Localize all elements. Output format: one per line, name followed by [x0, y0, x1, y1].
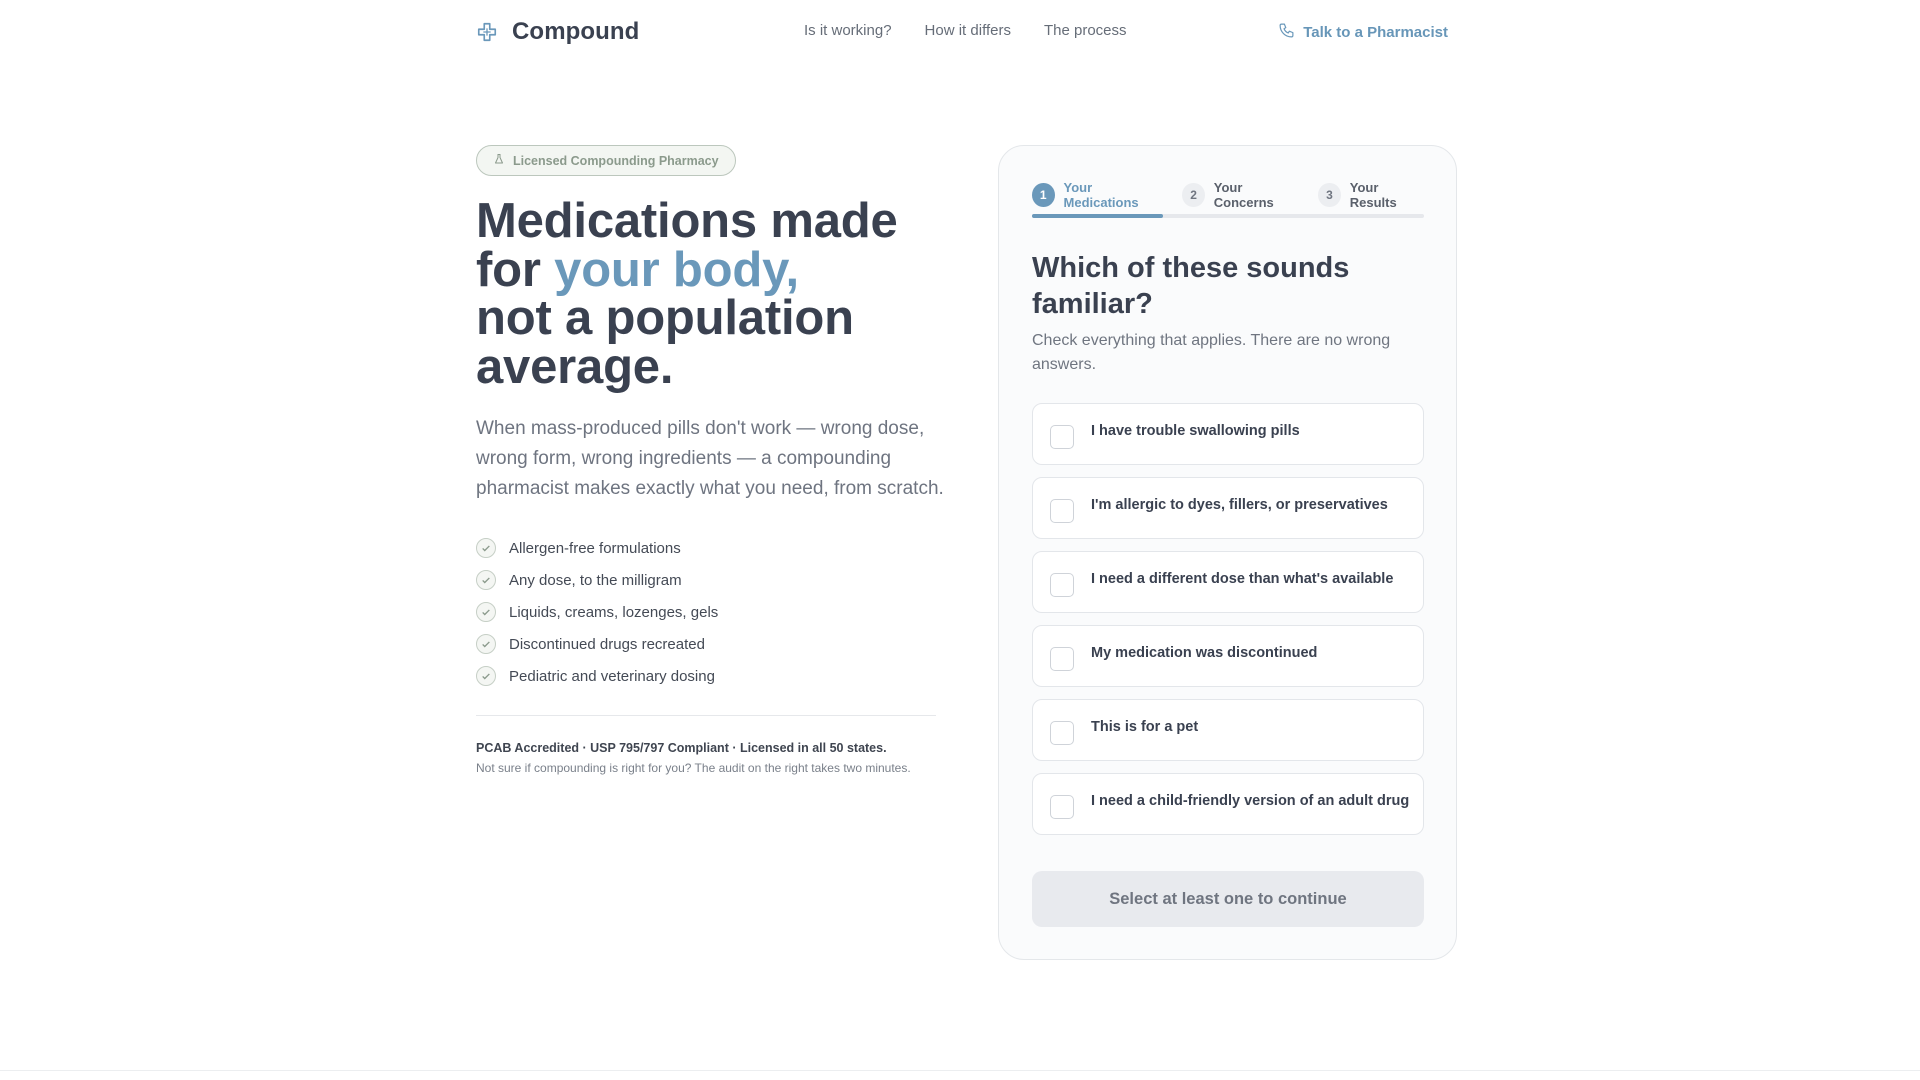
- medical-cross-icon: [476, 21, 498, 43]
- hero-subtitle: When mass-produced pills don't work — wr…: [476, 418, 944, 499]
- step-label: Your Concerns: [1213, 180, 1274, 210]
- brand-name: Compound: [512, 18, 640, 45]
- feature-item: Pediatric and veterinary dosing: [476, 660, 718, 692]
- feature-item: Allergen-free formulations: [476, 532, 718, 564]
- progress-bar-fill: [1032, 214, 1163, 218]
- licensed-badge-label: Licensed Compounding Pharmacy: [513, 153, 719, 168]
- step-2: 2 Your Concerns: [1182, 180, 1300, 210]
- nav-link-the-process[interactable]: The process: [1044, 22, 1127, 39]
- option-label: I have trouble swallowing pills: [1091, 423, 1300, 439]
- continue-button[interactable]: Select at least one to continue: [1032, 871, 1424, 927]
- feature-label: Discontinued drugs recreated: [509, 635, 705, 653]
- option-checkbox[interactable]: [1050, 573, 1074, 597]
- option-discontinued[interactable]: My medication was discontinued: [1032, 625, 1424, 687]
- hero-title-line3: not a population: [476, 291, 854, 345]
- option-checkbox[interactable]: [1050, 721, 1074, 745]
- flask-icon: [493, 153, 505, 168]
- option-list: I have trouble swallowing pills I'm alle…: [1032, 403, 1424, 835]
- option-checkbox[interactable]: [1050, 499, 1074, 523]
- feature-label: Pediatric and veterinary dosing: [509, 667, 715, 685]
- step-label: Your Results: [1349, 180, 1397, 210]
- page-bottom-divider: [0, 1070, 1920, 1071]
- hero-title: Medications made for your body, not a po…: [476, 194, 956, 394]
- talk-to-pharmacist-link[interactable]: Talk to a Pharmacist: [1278, 22, 1448, 43]
- brand-logo-link[interactable]: Compound: [476, 18, 639, 46]
- option-label: I need a child-friendly version of an ad…: [1091, 793, 1410, 809]
- medication-audit-card: 1 Your Medications 2 Your Concerns 3 You…: [998, 145, 1457, 960]
- step-number: 3: [1318, 183, 1341, 207]
- feature-label: Allergen-free formulations: [509, 539, 681, 557]
- check-icon: [476, 602, 496, 622]
- main-nav: Is it working? How it differs The proces…: [804, 22, 1127, 39]
- option-label: This is for a pet: [1091, 719, 1199, 735]
- check-icon: [476, 666, 496, 686]
- feature-item: Any dose, to the milligram: [476, 564, 718, 596]
- progress-bar: [1032, 214, 1424, 218]
- step-3: 3 Your Results: [1318, 180, 1424, 210]
- option-checkbox[interactable]: [1050, 647, 1074, 671]
- check-icon: [476, 538, 496, 558]
- feature-item: Liquids, creams, lozenges, gels: [476, 596, 718, 628]
- hero-title-line4: average.: [476, 339, 674, 394]
- feature-list: Allergen-free formulations Any dose, to …: [476, 532, 718, 692]
- question-title: Which of these sounds familiar?: [1032, 252, 1350, 320]
- step-label: Your Medications: [1063, 180, 1139, 210]
- option-trouble-swallowing[interactable]: I have trouble swallowing pills: [1032, 403, 1424, 465]
- talk-to-pharmacist-label: Talk to a Pharmacist: [1303, 24, 1448, 41]
- step-1: 1 Your Medications: [1032, 180, 1164, 210]
- site-header: Compound Is it working? How it differs T…: [0, 0, 1920, 64]
- step-indicator: 1 Your Medications 2 Your Concerns 3 You…: [1032, 180, 1424, 210]
- option-label: I need a different dose than what's avai…: [1091, 571, 1394, 587]
- step-number: 1: [1032, 183, 1055, 207]
- nav-link-how-it-differs[interactable]: How it differs: [925, 22, 1011, 39]
- option-allergic[interactable]: I'm allergic to dyes, fillers, or preser…: [1032, 477, 1424, 539]
- check-icon: [476, 570, 496, 590]
- option-different-dose[interactable]: I need a different dose than what's avai…: [1032, 551, 1424, 613]
- hero-divider: [476, 715, 936, 716]
- licensed-badge: Licensed Compounding Pharmacy: [476, 145, 736, 176]
- check-icon: [476, 634, 496, 654]
- feature-label: Any dose, to the milligram: [509, 571, 682, 589]
- feature-label: Liquids, creams, lozenges, gels: [509, 603, 719, 621]
- nav-link-is-it-working[interactable]: Is it working?: [804, 22, 892, 39]
- option-for-pet[interactable]: This is for a pet: [1032, 699, 1424, 761]
- feature-item: Discontinued drugs recreated: [476, 628, 718, 660]
- option-label: My medication was discontinued: [1091, 645, 1318, 661]
- hero-title-line1: Medications made: [476, 194, 898, 248]
- hero-title-accent: your body,: [554, 242, 799, 297]
- hero-title-for: for: [476, 242, 555, 297]
- step-number: 2: [1182, 183, 1205, 207]
- option-checkbox[interactable]: [1050, 795, 1074, 819]
- audit-note: Not sure if compounding is right for you…: [476, 761, 911, 775]
- question-instructions: Check everything that applies. There are…: [1032, 332, 1391, 373]
- option-child-friendly[interactable]: I need a child-friendly version of an ad…: [1032, 773, 1424, 835]
- phone-icon: [1278, 22, 1295, 43]
- credentials-text: PCAB Accredited · USP 795/797 Compliant …: [476, 741, 887, 755]
- option-label: I'm allergic to dyes, fillers, or preser…: [1091, 497, 1388, 513]
- option-checkbox[interactable]: [1050, 425, 1074, 449]
